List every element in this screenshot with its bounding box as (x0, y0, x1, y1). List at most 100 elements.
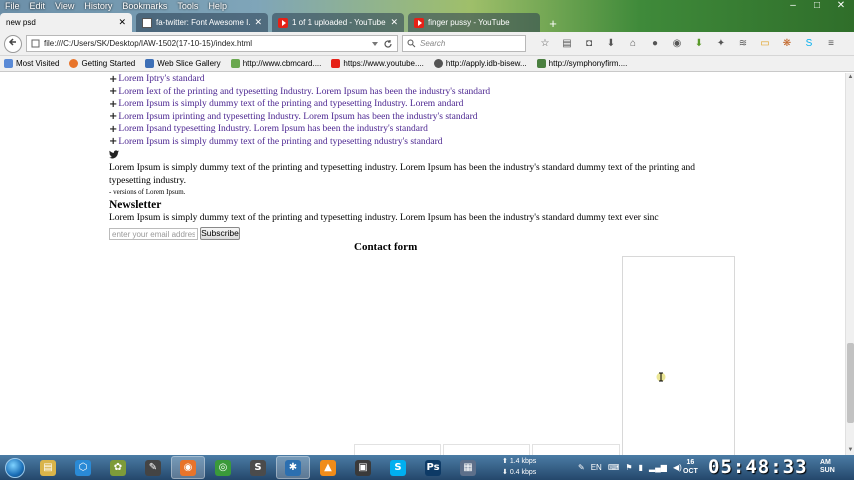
start-button[interactable] (0, 455, 30, 480)
taskbar-app-skype[interactable]: S (381, 456, 415, 479)
taskbar-app-sublime[interactable]: S (241, 456, 275, 479)
scroll-down-icon[interactable]: ▼ (847, 447, 854, 454)
vertical-scrollbar[interactable]: ▲ ▼ (845, 73, 854, 455)
taskbar-app-archive[interactable]: ▦ (451, 456, 485, 479)
list-link[interactable]: + Lorem Ipsum is simply dummy text of the… (109, 136, 490, 149)
ampm-label: AM (820, 459, 831, 466)
reading-list-icon[interactable]: ▤ (560, 38, 574, 49)
firefox-icon: ◉ (180, 459, 196, 476)
new-tab-button[interactable]: + (544, 16, 562, 32)
tab-label: new psd (6, 18, 36, 27)
language-indicator[interactable]: EN (591, 463, 602, 472)
keyboard-icon[interactable]: ⌨ (608, 463, 620, 472)
bookmark-label: Getting Started (81, 59, 136, 68)
taskbar-app-firefox[interactable]: ◉ (171, 456, 205, 479)
tab-new-psd[interactable]: new psd ✕ (0, 13, 132, 32)
menu-view[interactable]: View (50, 0, 79, 12)
menu-bookmarks[interactable]: Bookmarks (117, 0, 172, 12)
signal-icon[interactable]: ▂▄▆ (649, 463, 667, 472)
back-button[interactable] (4, 34, 22, 53)
taskbar-app-gimp[interactable]: ✿ (101, 456, 135, 479)
contact-form-heading: Contact form (354, 241, 418, 253)
bookmark-label: http://apply.idb-bisew... (445, 59, 527, 68)
plus-icon: + (109, 111, 118, 123)
site-icon (536, 59, 546, 68)
taskbar-app-chrome[interactable]: ◎ (206, 456, 240, 479)
address-bar[interactable]: file:///C:/Users/SK/Desktop/IAW-1502(17-… (26, 35, 398, 52)
hamburger-menu-icon[interactable]: ≡ (824, 38, 838, 49)
clock-time[interactable]: 05:48:33 (708, 456, 808, 478)
bookmark-most-visited[interactable]: Most Visited (4, 59, 59, 68)
extension-icon[interactable]: ≋ (736, 38, 750, 49)
pen-tray-icon[interactable]: ✎ (578, 463, 585, 472)
network-icon[interactable]: ▮ (639, 463, 643, 472)
folder-icon[interactable]: ▭ (758, 38, 772, 49)
bookmark-web-slice-gallery[interactable]: Web Slice Gallery (145, 59, 221, 68)
email-input[interactable] (109, 228, 198, 240)
search-box[interactable]: Search (402, 35, 526, 52)
taskbar-app-pen[interactable]: ✎ (136, 456, 170, 479)
tab-fa-twitter[interactable]: fa-twitter: Font Awesome I... ✕ (136, 13, 268, 32)
bookmark-symphonyfirm[interactable]: http://symphonyfirm.... (536, 59, 627, 68)
list-link[interactable]: + Lorem Ipsand typesetting Industry. Lore… (109, 123, 490, 136)
close-window-button[interactable]: ✕ (832, 0, 850, 11)
volume-icon[interactable]: ◀) (673, 463, 682, 472)
maximize-button[interactable]: □ (808, 0, 826, 11)
list-link[interactable]: + Lorem Ipsum is simply dummy text of the… (109, 98, 490, 111)
list-link[interactable]: + Lorem Ipsum iprinting and typesetting I… (109, 111, 490, 124)
pocket-icon[interactable]: ◘ (582, 38, 596, 49)
ie-icon (145, 59, 155, 68)
menu-tools[interactable]: Tools (172, 0, 203, 12)
bookmark-label: https://www.youtube.... (343, 59, 424, 68)
tab-close-icon[interactable]: ✕ (254, 17, 262, 28)
list-link[interactable]: + Lorem Iptry's standard (109, 73, 490, 86)
taskbar-app-vlc[interactable]: ▲ (311, 456, 345, 479)
tab-label: fa-twitter: Font Awesome I... (156, 18, 251, 27)
bookmark-star-icon[interactable]: ☆ (538, 38, 552, 49)
skype-icon[interactable]: S (802, 38, 816, 49)
taskbar-app-tool[interactable]: ✱ (276, 456, 310, 479)
downloader-icon[interactable]: ⬇ (692, 38, 706, 49)
menu-edit[interactable]: Edit (25, 0, 51, 12)
taskbar-app-explorer[interactable]: ▤ (31, 456, 65, 479)
menu-help[interactable]: Help (203, 0, 232, 12)
tab-close-icon[interactable]: ✕ (118, 17, 126, 28)
taskbar-app-photoshop[interactable]: Ps (416, 456, 450, 479)
tab-close-icon[interactable]: ✕ (390, 17, 398, 28)
bookmark-cbmcard[interactable]: http://www.cbmcard.... (230, 59, 321, 68)
chat-icon[interactable]: ● (648, 38, 662, 49)
taskbar-app-app[interactable]: ▣ (346, 456, 380, 479)
list-link[interactable]: + Lorem Iext of the printing and typesett… (109, 86, 490, 99)
form-field[interactable] (354, 444, 441, 455)
scroll-up-icon[interactable]: ▲ (847, 74, 854, 81)
menu-bar: File Edit View History Bookmarks Tools H… (0, 0, 232, 12)
bookmark-idb-bisew[interactable]: http://apply.idb-bisew... (433, 59, 527, 68)
form-field[interactable] (532, 444, 620, 455)
form-field[interactable] (443, 444, 530, 455)
dropdown-arrow-icon[interactable] (371, 40, 379, 48)
taskbar-app-share[interactable]: ⬡ (66, 456, 100, 479)
menu-file[interactable]: File (0, 0, 25, 12)
twitter-icon[interactable] (109, 150, 119, 159)
minimize-button[interactable]: – (784, 0, 802, 11)
subscribe-button[interactable]: Subscribe (200, 227, 240, 240)
youtube-favicon-icon (414, 17, 424, 28)
home-icon[interactable]: ⌂ (626, 38, 640, 49)
plus-icon: + (109, 86, 118, 98)
link-text: Lorem Ipsand typesetting Industry. Lorem… (118, 124, 428, 135)
tab-youtube-upload[interactable]: 1 of 1 uploaded - YouTube ✕ (272, 13, 404, 32)
download-icon[interactable]: ⬇ (604, 38, 618, 49)
extension-icon[interactable]: ❋ (780, 38, 794, 49)
flag-icon[interactable]: ⚑ (625, 463, 632, 472)
date-display[interactable]: 16 OCT (683, 458, 698, 476)
reload-icon[interactable] (383, 39, 393, 49)
menu-extension-icon[interactable]: ✦ (714, 38, 728, 49)
addon-icon[interactable]: ◉ (670, 38, 684, 49)
tab-youtube-video[interactable]: finger pussy - YouTube (408, 13, 540, 32)
bookmark-getting-started[interactable]: Getting Started (69, 59, 135, 68)
site-icon (433, 59, 443, 68)
menu-history[interactable]: History (79, 0, 117, 12)
scrollbar-thumb[interactable] (847, 343, 854, 423)
bookmark-youtube[interactable]: https://www.youtube.... (331, 59, 424, 68)
text-cursor-icon (656, 372, 666, 382)
